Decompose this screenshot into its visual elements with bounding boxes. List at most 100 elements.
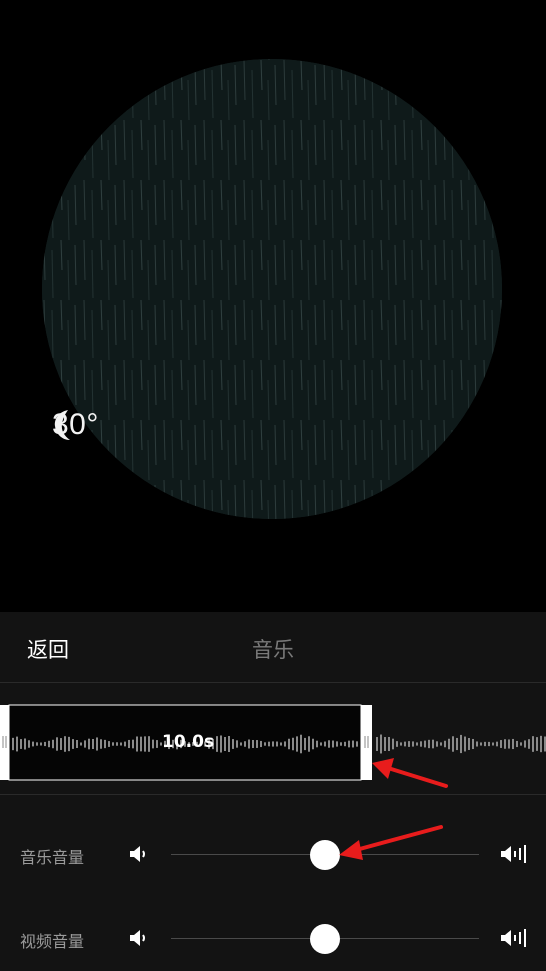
- waveform-bar: [280, 742, 282, 746]
- waveform-bar: [48, 740, 50, 748]
- volume-low-icon: [130, 846, 145, 862]
- waveform-bar: [232, 739, 234, 749]
- waveform-bar: [296, 736, 298, 752]
- waveform-bar: [60, 738, 62, 750]
- volume-high-icon: [501, 929, 526, 947]
- music-volume-thumb[interactable]: [310, 840, 340, 870]
- waveform-bar: [116, 742, 118, 746]
- waveform-bar: [440, 742, 442, 746]
- waveform-bar: [416, 742, 418, 746]
- waveform-bar: [404, 741, 406, 747]
- waveform-bar: [456, 737, 458, 751]
- waveform-bar: [224, 736, 226, 752]
- waveform-bar: [292, 737, 294, 751]
- waveform-bar: [420, 741, 422, 747]
- waveform-bar: [236, 740, 238, 748]
- waveform-bar: [476, 741, 478, 747]
- waveform-bar: [488, 741, 490, 747]
- waveform-bar: [256, 740, 258, 748]
- waveform-bar: [396, 741, 398, 747]
- waveform-bar: [400, 742, 402, 746]
- waveform-bar: [504, 739, 506, 749]
- waveform-bar: [56, 737, 58, 751]
- waveform-bar: [128, 739, 130, 749]
- video-preview: 30°: [0, 0, 546, 612]
- waveform-bar: [252, 739, 254, 749]
- waveform-bar: [220, 735, 222, 753]
- volume-low-icon: [130, 930, 145, 946]
- waveform-bar: [320, 742, 322, 746]
- waveform-bar: [112, 742, 114, 746]
- music-volume-label: 音乐音量: [20, 848, 85, 867]
- waveform-bar: [156, 740, 158, 748]
- waveform-bar: [348, 740, 350, 748]
- waveform-bar: [136, 736, 138, 752]
- waveform-bar: [32, 741, 34, 747]
- waveform-bar: [424, 740, 426, 748]
- waveform-bar: [84, 740, 86, 748]
- waveform-bar: [28, 740, 30, 748]
- waveform-bar: [408, 741, 410, 747]
- waveform-bar: [96, 737, 98, 751]
- waveform-bar: [260, 740, 262, 748]
- waveform-bar: [124, 741, 126, 747]
- left-trim-handle[interactable]: [0, 705, 9, 780]
- waveform-trimmer[interactable]: 10.0s: [0, 694, 546, 795]
- video-volume-row: 视频音量: [0, 919, 546, 959]
- waveform-bar: [152, 739, 154, 749]
- waveform-bar: [352, 740, 354, 748]
- waveform-bar: [356, 741, 358, 747]
- waveform-bar: [464, 736, 466, 752]
- waveform-bar: [52, 739, 54, 749]
- waveform-bar: [80, 742, 82, 746]
- waveform-bar: [460, 734, 462, 754]
- waveform-bar: [508, 739, 510, 749]
- waveform-bar: [132, 739, 134, 749]
- waveform-bar: [532, 736, 534, 752]
- waveform-bar: [140, 736, 142, 752]
- waveform-bar: [92, 738, 94, 750]
- waveform-bar: [144, 736, 146, 752]
- waveform: [0, 704, 546, 781]
- waveform-bar: [276, 741, 278, 747]
- waveform-bar: [340, 742, 342, 746]
- panel-header: 返回 音乐: [0, 612, 546, 683]
- waveform-bar: [480, 742, 482, 746]
- waveform-bar: [500, 740, 502, 748]
- waveform-bar: [536, 737, 538, 751]
- selection-duration: 10.0s: [162, 732, 215, 752]
- waveform-bar: [16, 736, 18, 752]
- waveform-bar: [492, 742, 494, 746]
- waveform-bar: [72, 739, 74, 749]
- waveform-bar: [240, 742, 242, 746]
- waveform-bar: [228, 735, 230, 753]
- volume-high-icon: [501, 845, 526, 863]
- waveform-bar: [24, 738, 26, 750]
- panel-title: 音乐: [252, 638, 294, 662]
- waveform-bar: [264, 742, 266, 746]
- waveform-bar: [316, 740, 318, 748]
- waveform-bar: [244, 741, 246, 747]
- waveform-bar: [40, 742, 42, 746]
- waveform-bar: [68, 736, 70, 752]
- waveform-bar: [524, 740, 526, 748]
- waveform-bar: [384, 737, 386, 751]
- waveform-bar: [516, 740, 518, 748]
- waveform-bar: [528, 739, 530, 749]
- waveform-bar: [324, 741, 326, 747]
- video-volume-thumb[interactable]: [310, 924, 340, 954]
- waveform-bar: [216, 736, 218, 752]
- waveform-bar: [332, 740, 334, 748]
- waveform-bar: [304, 737, 306, 751]
- waveform-bar: [448, 738, 450, 750]
- right-trim-handle[interactable]: [361, 705, 372, 780]
- waveform-bar: [412, 741, 414, 747]
- waveform-bar: [472, 738, 474, 750]
- video-volume-label: 视频音量: [20, 932, 85, 951]
- waveform-bar: [308, 736, 310, 752]
- waveform-bar: [288, 738, 290, 750]
- waveform-bar: [496, 741, 498, 747]
- waveform-bar: [104, 739, 106, 749]
- waveform-bar: [272, 741, 274, 747]
- waveform-bar: [108, 741, 110, 747]
